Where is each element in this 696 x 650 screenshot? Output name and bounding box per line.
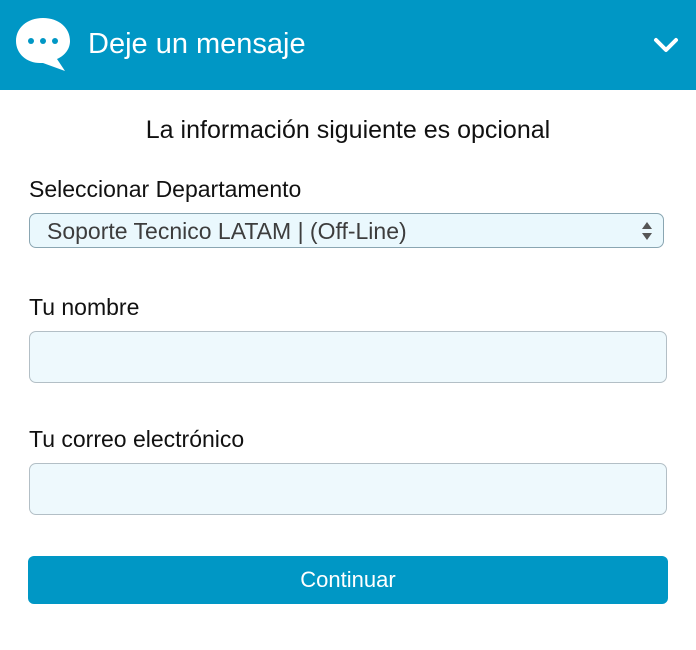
chevron-down-icon[interactable] [650,33,682,57]
select-arrows-icon [642,222,652,240]
name-input[interactable] [29,331,667,383]
chat-bubble-icon [16,18,70,71]
email-input[interactable] [29,463,667,515]
chat-widget-header[interactable]: Deje un mensaje [0,0,696,90]
department-select[interactable]: Soporte Tecnico LATAM | (Off-Line) [29,213,664,248]
name-label: Tu nombre [29,294,140,320]
continue-button[interactable]: Continuar [28,556,668,604]
header-title: Deje un mensaje [88,28,306,60]
form-subtitle: La información siguiente es opcional [145,116,551,144]
department-label: Seleccionar Departamento [29,176,302,202]
department-select-value: Soporte Tecnico LATAM | (Off-Line) [47,218,407,244]
email-label: Tu correo electrónico [29,426,245,452]
